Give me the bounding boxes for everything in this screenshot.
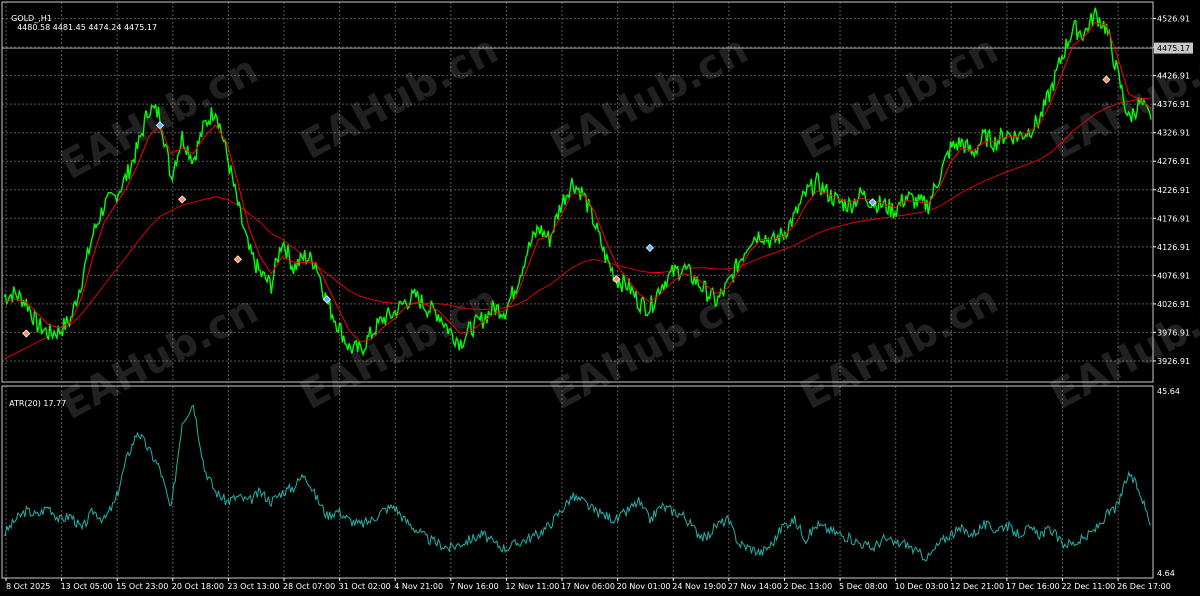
y-tick-label: 3976.91 bbox=[1157, 328, 1190, 337]
x-tick-label: 20 Oct 18:00 bbox=[172, 582, 224, 591]
x-tick-label: 10 Dec 03:00 bbox=[895, 582, 949, 591]
y-tick-label: 4376.91 bbox=[1157, 100, 1190, 109]
x-tick-label: 17 Nov 06:00 bbox=[561, 582, 615, 591]
x-tick-label: 12 Nov 11:00 bbox=[505, 582, 559, 591]
x-tick-label: 22 Dec 11:00 bbox=[1061, 582, 1115, 591]
x-tick-label: 12 Dec 21:00 bbox=[950, 582, 1004, 591]
y-tick-label: 3926.91 bbox=[1157, 357, 1190, 366]
y-tick-label: 4076.91 bbox=[1157, 271, 1190, 280]
x-tick-label: 13 Oct 05:00 bbox=[61, 582, 113, 591]
atr-tick-label: 45.64 bbox=[1157, 387, 1180, 396]
x-tick-label: 28 Oct 07:00 bbox=[283, 582, 335, 591]
ohlc-values: 4480.58 4481.45 4474.24 4475.17 bbox=[17, 23, 158, 32]
x-tick-label: 4 Nov 21:00 bbox=[394, 582, 443, 591]
atr-label: ATR(20) 17.77 bbox=[9, 399, 67, 408]
atr-header: ATR(20) 17.77 bbox=[4, 390, 66, 408]
atr-tick-label: 4.64 bbox=[1157, 569, 1175, 578]
x-tick-label: 20 Nov 01:00 bbox=[617, 582, 671, 591]
symbol-label: GOLD_,H1 bbox=[11, 14, 52, 23]
x-tick-label: 31 Oct 02:00 bbox=[339, 582, 391, 591]
x-tick-label: 7 Nov 16:00 bbox=[450, 582, 499, 591]
x-tick-label: 17 Dec 16:00 bbox=[1006, 582, 1060, 591]
y-tick-label: 4426.91 bbox=[1157, 72, 1190, 81]
current-price-label: 4475.17 bbox=[1157, 44, 1190, 53]
y-tick-label: 4026.91 bbox=[1157, 300, 1190, 309]
trading-chart[interactable]: EAHub.cn EAHub.cn EAHub.cn EAHub.cn EAHub.cn… bbox=[0, 0, 1200, 596]
x-tick-label: 15 Oct 23:00 bbox=[116, 582, 168, 591]
y-tick-label: 4226.91 bbox=[1157, 186, 1190, 195]
y-tick-label: 4126.91 bbox=[1157, 243, 1190, 252]
symbol-header: GOLD_,H1 4480.58 4481.45 4474.24 4475.17 bbox=[6, 5, 157, 32]
x-tick-label: 23 Oct 13:00 bbox=[227, 582, 279, 591]
y-tick-label: 4526.91 bbox=[1157, 15, 1190, 24]
y-tick-label: 4176.91 bbox=[1157, 214, 1190, 223]
x-tick-label: 5 Dec 08:00 bbox=[839, 582, 888, 591]
y-tick-label: 4276.91 bbox=[1157, 157, 1190, 166]
x-tick-label: 8 Oct 2025 bbox=[6, 582, 50, 591]
y-tick-label: 4326.91 bbox=[1157, 129, 1190, 138]
x-tick-label: 27 Nov 14:00 bbox=[728, 582, 782, 591]
x-tick-label: 26 Dec 17:00 bbox=[1117, 582, 1171, 591]
x-tick-label: 24 Nov 19:00 bbox=[672, 582, 726, 591]
x-tick-label: 2 Dec 13:00 bbox=[783, 582, 832, 591]
